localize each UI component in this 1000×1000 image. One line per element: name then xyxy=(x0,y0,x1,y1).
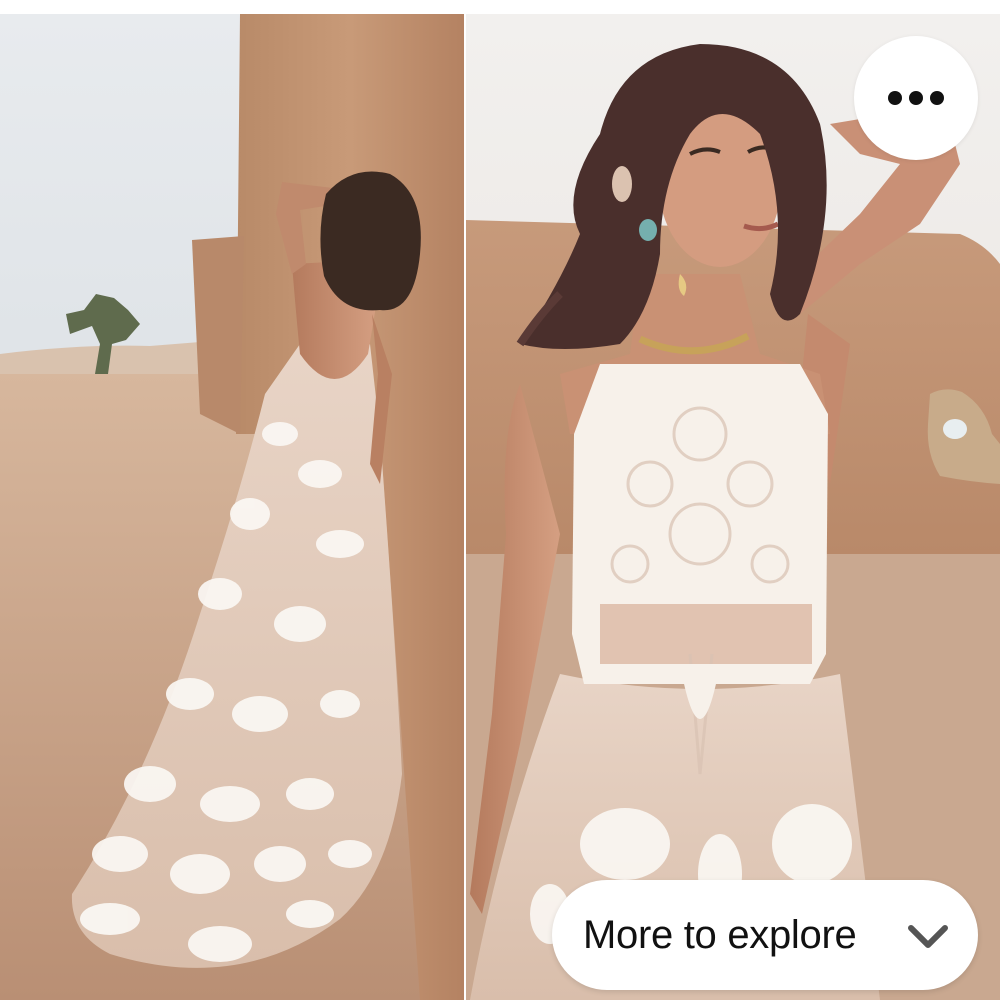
more-options-button[interactable] xyxy=(854,36,978,160)
pin-image[interactable] xyxy=(0,14,1000,1000)
ellipsis-icon xyxy=(888,91,944,105)
more-to-explore-label: More to explore xyxy=(583,913,857,957)
chevron-down-icon xyxy=(908,925,948,948)
pin-photo-collage xyxy=(0,14,1000,1000)
more-to-explore-button[interactable]: More to explore xyxy=(552,880,978,990)
